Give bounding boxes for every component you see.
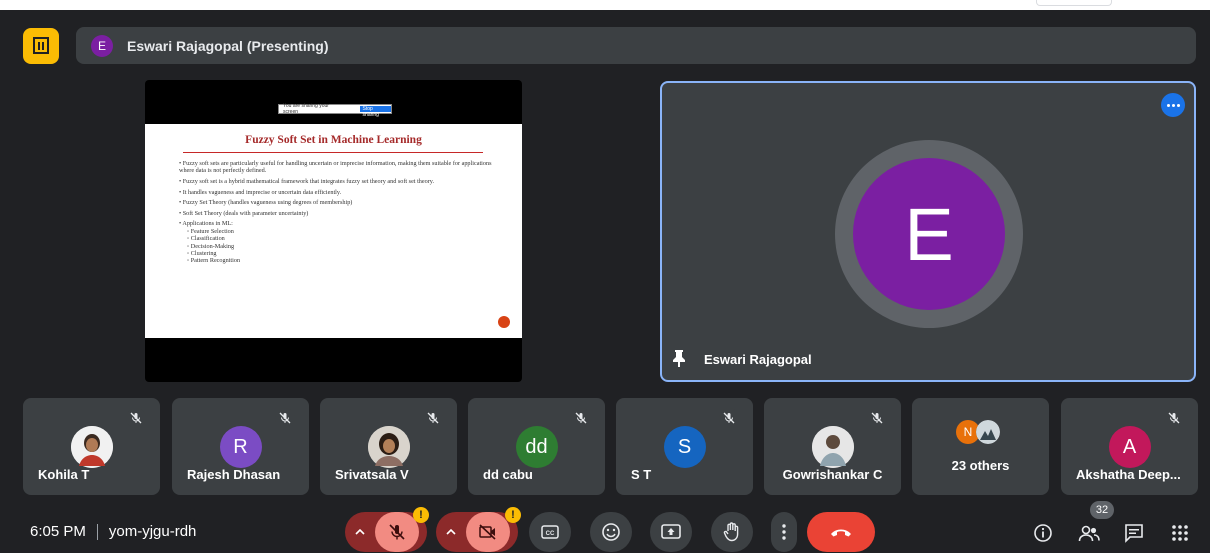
- participant-avatar: R: [219, 426, 262, 468]
- end-call-button[interactable]: [807, 512, 875, 552]
- others-avatar-photo: [976, 420, 1000, 444]
- speaker-name: Eswari Rajagopal: [704, 352, 812, 367]
- mic-off-icon: [1164, 408, 1184, 428]
- participant-tile[interactable]: Gowrishankar C: [764, 398, 901, 495]
- meeting-info: 6:05 PM yom-yjgu-rdh: [30, 523, 196, 540]
- slide-body: • Fuzzy soft sets are particularly usefu…: [179, 160, 497, 265]
- captions-button[interactable]: CC: [529, 512, 571, 552]
- participant-tile[interactable]: S S T: [616, 398, 753, 495]
- slide-sub-bullet: ◦ Decision-Making: [187, 242, 235, 250]
- browser-top-strip: [0, 0, 1210, 10]
- others-tile[interactable]: N 23 others: [912, 398, 1049, 495]
- participant-name: Rajesh Dhasan: [187, 467, 281, 482]
- top-pill: [1036, 0, 1112, 6]
- share-bar-text: You are sharing your screen: [283, 103, 329, 115]
- meeting-details-info-icon[interactable]: [1030, 520, 1056, 546]
- pin-icon[interactable]: [672, 349, 686, 370]
- slide-bullet: • Applications in ML:: [179, 220, 233, 228]
- slide-bullet: • Fuzzy soft set is a hybrid mathematica…: [179, 178, 435, 185]
- participant-name: Kohila T: [38, 467, 90, 482]
- presentation-slide: Fuzzy Soft Set in Machine Learning • Fuz…: [145, 124, 522, 338]
- slide-sub-bullet: ◦ Feature Selection: [187, 227, 234, 235]
- mic-off-icon: [423, 408, 443, 428]
- speaker-avatar: E: [853, 158, 1005, 310]
- people-count-badge: 32: [1090, 501, 1114, 519]
- slide-sub-bullet: ◦ Pattern Recognition: [187, 257, 241, 265]
- participant-name: dd cabu: [483, 467, 533, 482]
- slide-bullet: • Fuzzy soft sets are particularly usefu…: [179, 160, 492, 175]
- participant-name: Akshatha Deep...: [1076, 467, 1181, 482]
- others-count-label: 23 others: [951, 458, 1010, 473]
- meeting-code: yom-yjgu-rdh: [108, 523, 197, 540]
- participant-name: Srivatsala V: [335, 467, 409, 482]
- mic-warning-badge: !: [413, 507, 429, 523]
- mic-off-icon: [275, 408, 295, 428]
- participant-avatar: S: [663, 426, 706, 468]
- mic-off-icon: [126, 408, 146, 428]
- participant-avatar-photo: [70, 426, 113, 468]
- more-options-button[interactable]: [1161, 93, 1185, 117]
- participant-tile[interactable]: R Rajesh Dhasan: [172, 398, 309, 495]
- slide-bullet: • It handles vagueness and imprecise or …: [179, 188, 342, 196]
- divider: [96, 523, 98, 540]
- speaker-tile[interactable]: E Eswari Rajagopal: [660, 81, 1196, 382]
- presenter-avatar: E: [91, 34, 113, 57]
- slide-bullet: • Fuzzy Set Theory (handles vagueness us…: [179, 199, 353, 207]
- slide-logo-badge: [498, 316, 510, 328]
- participant-avatar-photo: [811, 426, 854, 468]
- stop-sharing-button[interactable]: Stop sharing: [359, 106, 391, 118]
- slide-sub-bullet: ◦ Classification: [187, 235, 225, 243]
- slide-title-rule: [183, 152, 483, 153]
- more-options-vertical-icon[interactable]: [771, 512, 797, 552]
- camera-options-chevron-icon[interactable]: [436, 529, 466, 535]
- participant-name: S T: [631, 467, 652, 482]
- activities-grid-icon[interactable]: [1167, 520, 1193, 546]
- mic-off-icon: [719, 408, 739, 428]
- emoji-reaction-button[interactable]: [590, 512, 632, 552]
- presenting-label: Eswari Rajagopal (Presenting): [127, 37, 329, 54]
- chat-icon[interactable]: [1121, 520, 1147, 546]
- participant-name: Gowrishankar C: [782, 467, 883, 482]
- slide-sub-bullet: ◦ Clustering: [187, 250, 217, 257]
- speaker-name-row: Eswari Rajagopal: [672, 349, 812, 370]
- participant-tile[interactable]: A Akshatha Deep...: [1061, 398, 1198, 495]
- slide-title: Fuzzy Soft Set in Machine Learning: [245, 134, 422, 146]
- mic-off-icon: [867, 408, 887, 428]
- camera-warning-badge: !: [505, 507, 521, 523]
- raise-hand-button[interactable]: [711, 512, 753, 552]
- participant-avatar: A: [1108, 426, 1151, 468]
- svg-text:CC: CC: [546, 531, 555, 537]
- screen-share-tile[interactable]: You are sharing your screen Stop sharing…: [145, 80, 522, 382]
- slide-bullet: • Soft Set Theory (deals with parameter …: [179, 209, 309, 217]
- participant-avatar-photo: [367, 426, 410, 468]
- camera-toggle-button[interactable]: [466, 512, 510, 552]
- people-icon[interactable]: [1076, 520, 1102, 546]
- presenting-banner: E Eswari Rajagopal (Presenting): [76, 27, 1196, 64]
- participant-tile[interactable]: Kohila T: [23, 398, 160, 495]
- presentation-icon[interactable]: [23, 28, 59, 64]
- mic-toggle-button[interactable]: [375, 512, 419, 552]
- mic-options-chevron-icon[interactable]: [345, 529, 375, 535]
- participant-tile[interactable]: Srivatsala V: [320, 398, 457, 495]
- participant-tile[interactable]: dd dd cabu: [468, 398, 605, 495]
- screen-share-bar: You are sharing your screen Stop sharing: [278, 103, 392, 118]
- present-screen-button[interactable]: [650, 512, 692, 552]
- current-time: 6:05 PM: [30, 523, 86, 540]
- mic-off-icon: [571, 408, 591, 428]
- participant-avatar: dd: [515, 426, 558, 468]
